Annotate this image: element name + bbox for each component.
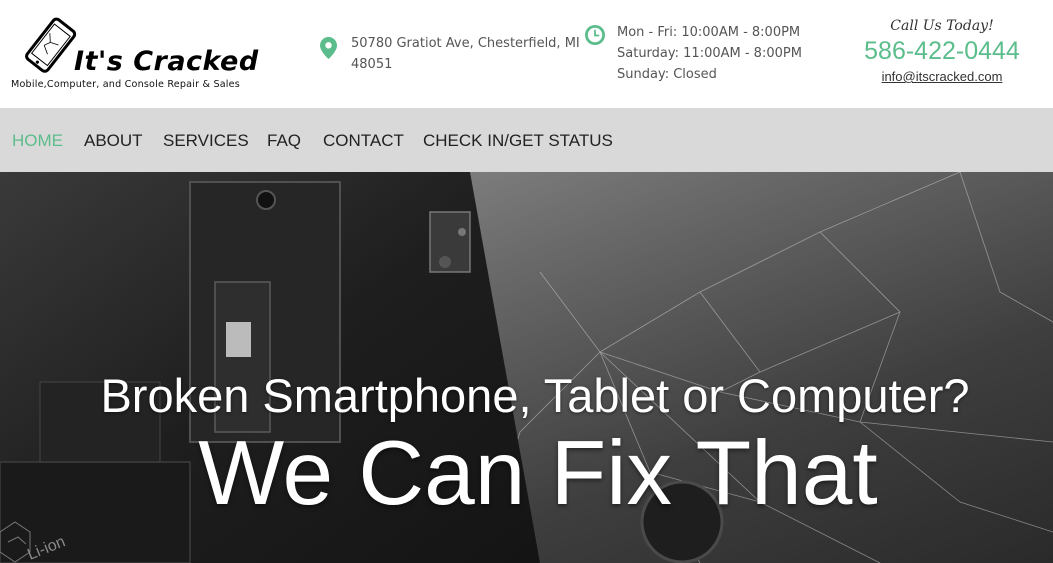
nav-item-faq[interactable]: FAQ [267, 131, 301, 151]
logo-tagline: Mobile,Computer, and Console Repair & Sa… [11, 79, 240, 90]
logo-title: It's Cracked [74, 46, 259, 77]
site-logo[interactable]: It's Cracked Mobile,Computer, and Consol… [10, 16, 290, 96]
hero-banner: Li-ion Broken Smartphone, Tablet or Comp… [0, 172, 1053, 563]
hero-title: Broken Smartphone, Tablet or Computer? [100, 369, 970, 422]
nav-item-about[interactable]: ABOUT [84, 131, 143, 151]
email-link[interactable]: info@itscracked.com [882, 69, 1003, 84]
site-header: It's Cracked Mobile,Computer, and Consol… [0, 0, 1053, 108]
nav-item-check-in[interactable]: CHECK IN/GET STATUS [423, 131, 613, 151]
address-line2: 48051 [351, 57, 393, 72]
main-nav: HOME ABOUT SERVICES FAQ CONTACT CHECK IN… [0, 108, 1053, 172]
call-label: Call Us Today! [890, 18, 994, 34]
nav-item-home[interactable]: HOME [12, 131, 63, 151]
phone-link[interactable]: 586-422-0444 [862, 37, 1022, 66]
address-line1: 50780 Gratiot Ave, Chesterfield, MI [351, 36, 580, 51]
nav-item-contact[interactable]: CONTACT [323, 131, 404, 151]
nav-item-services[interactable]: SERVICES [163, 131, 249, 151]
hours-weekday: Mon - Fri: 10:00AM - 8:00PM [617, 25, 801, 40]
hero-subtitle: We Can Fix That [198, 423, 878, 524]
location-pin-icon [320, 37, 337, 59]
clock-icon [585, 25, 605, 45]
call-block: Call Us Today! 586-422-0444 info@itscrac… [862, 18, 1022, 86]
cracked-phone-icon [25, 17, 77, 73]
hours-saturday: Saturday: 11:00AM - 8:00PM [617, 46, 802, 61]
hours-sunday: Sunday: Closed [617, 67, 717, 82]
